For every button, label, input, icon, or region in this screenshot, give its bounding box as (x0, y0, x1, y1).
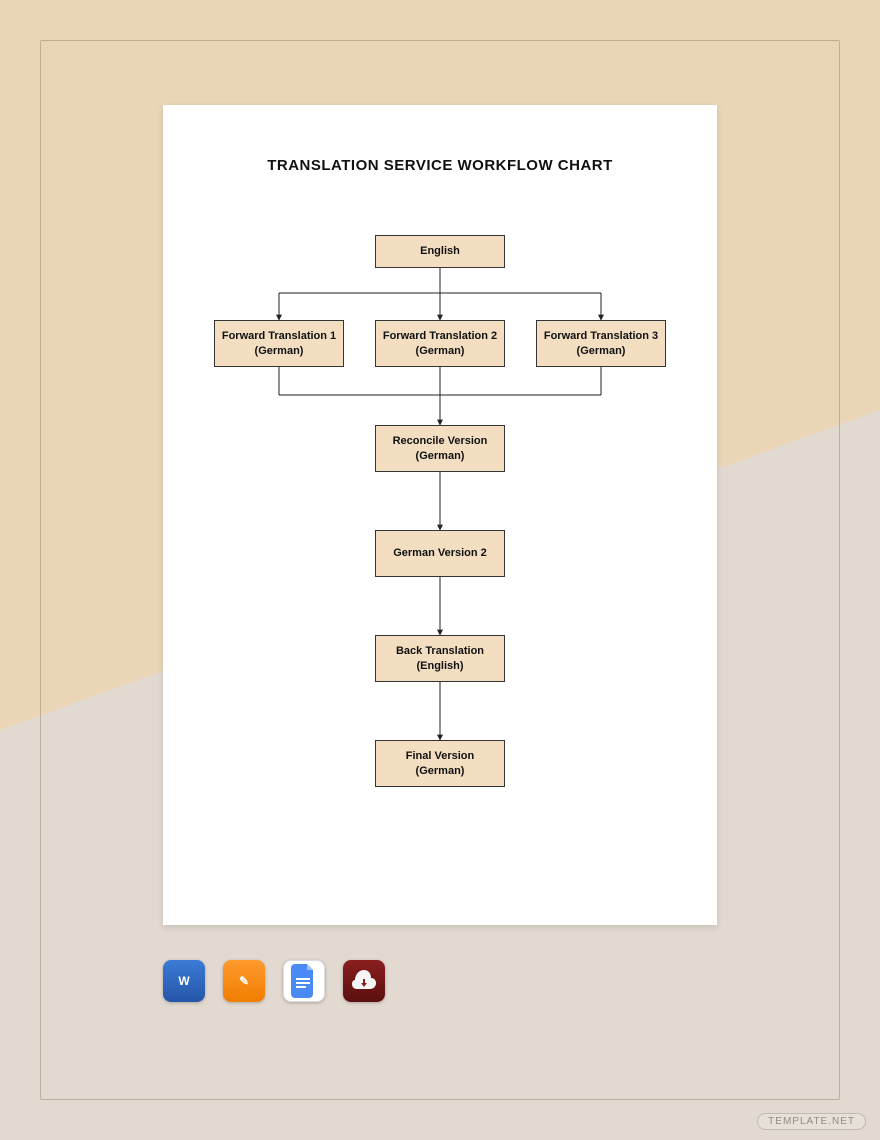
node-forward-translation-2: Forward Translation 2 (German) (375, 320, 505, 367)
pages-icon[interactable]: ✎ (223, 960, 265, 1002)
pages-icon-label: ✎ (239, 974, 249, 988)
node-forward-translation-1: Forward Translation 1 (German) (214, 320, 344, 367)
node-forward-translation-3: Forward Translation 3 (German) (536, 320, 666, 367)
flowchart-connectors (163, 105, 717, 925)
node-back-translation: Back Translation (English) (375, 635, 505, 682)
pdf-svg (351, 968, 377, 994)
google-docs-svg (291, 964, 317, 998)
word-icon-label: W (178, 974, 189, 988)
format-icons-row: W ✎ (163, 960, 385, 1002)
google-docs-icon[interactable] (283, 960, 325, 1002)
document-page: TRANSLATION SERVICE WORKFLOW CHART Engli… (163, 105, 717, 925)
node-english: English (375, 235, 505, 268)
page-title: TRANSLATION SERVICE WORKFLOW CHART (163, 157, 717, 174)
node-german-version-2: German Version 2 (375, 530, 505, 577)
watermark: TEMPLATE.NET (757, 1113, 866, 1130)
pdf-icon[interactable] (343, 960, 385, 1002)
word-icon[interactable]: W (163, 960, 205, 1002)
node-reconcile-version: Reconcile Version (German) (375, 425, 505, 472)
node-final-version: Final Version (German) (375, 740, 505, 787)
